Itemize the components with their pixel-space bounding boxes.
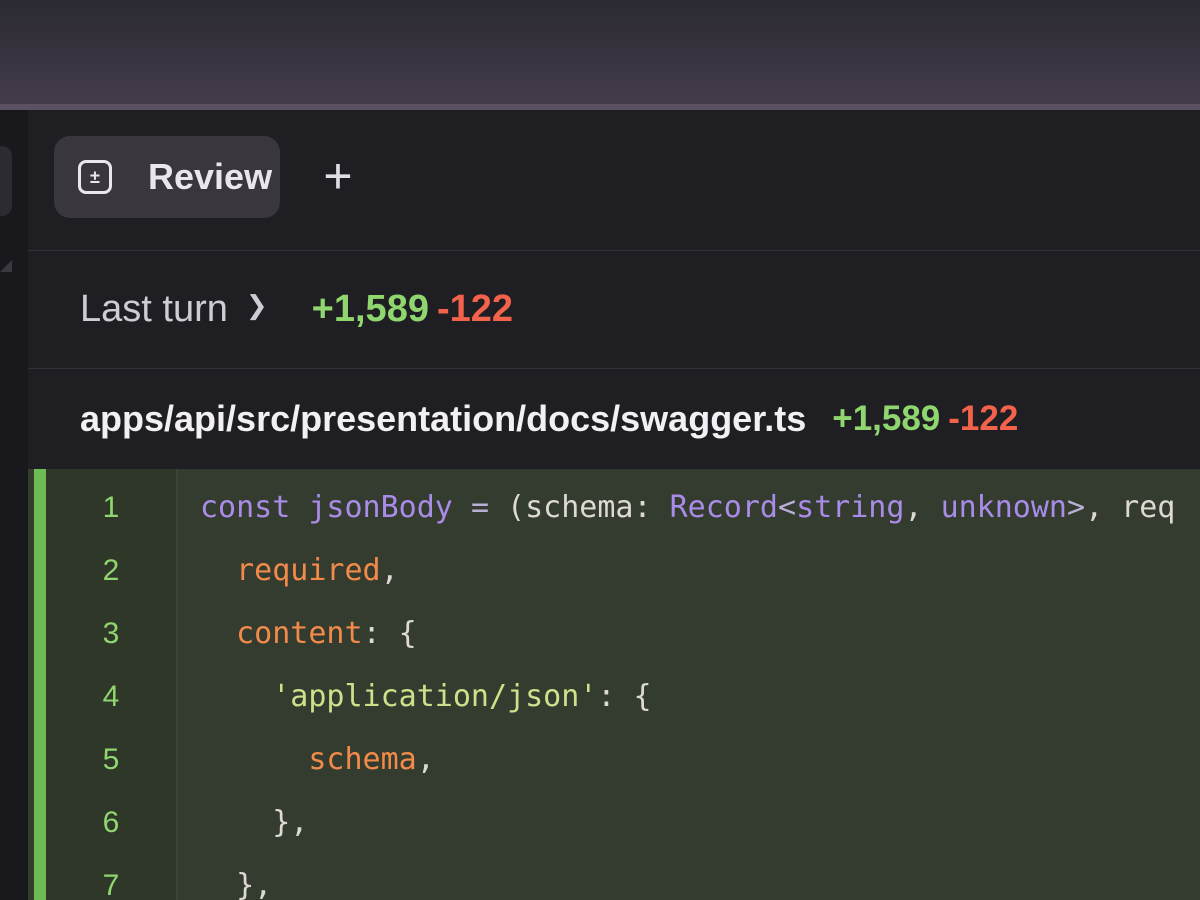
- add-tab-button[interactable]: +: [316, 148, 360, 208]
- code-line[interactable]: 7 },: [28, 855, 1200, 900]
- code-text: },: [200, 792, 308, 854]
- code-token: ,: [416, 742, 435, 777]
- line-number: 5: [102, 743, 120, 776]
- code-line[interactable]: 3 content: {: [28, 603, 1200, 665]
- line-number: 1: [102, 491, 120, 524]
- file-deletions-count: -122: [948, 399, 1019, 438]
- code-text: content: {: [200, 603, 417, 665]
- code-token: >: [1067, 490, 1086, 525]
- code-token: : {: [597, 679, 652, 714]
- code-line[interactable]: 4 'application/json': {: [28, 666, 1200, 728]
- code-text: },: [200, 855, 272, 900]
- code-text: const jsonBody = (schema: Record<string,…: [200, 477, 1175, 539]
- turn-selector-bar: Last turn ❯ +1,589 -122: [28, 251, 1200, 369]
- code-token: string: [796, 490, 905, 525]
- file-additions-count: +1,589: [832, 399, 941, 438]
- code-token: required: [236, 553, 381, 588]
- file-header: apps/api/src/presentation/docs/swagger.t…: [28, 369, 1200, 469]
- sidebar-collapse-handle[interactable]: [0, 146, 12, 216]
- code-token: <: [778, 490, 797, 525]
- code-token: schema: [308, 742, 417, 777]
- tab-label: Review: [148, 156, 273, 197]
- code-text: 'application/json': {: [200, 666, 652, 728]
- code-line[interactable]: 1 const jsonBody = (schema: Record<string…: [28, 477, 1200, 539]
- tab-bar: ± Review +: [28, 110, 1200, 251]
- code-line[interactable]: 6 },: [28, 792, 1200, 854]
- code-text: schema,: [200, 729, 435, 791]
- code-token: jsonBody: [308, 490, 453, 525]
- code-token: unknown: [940, 490, 1067, 525]
- sidebar-arrow-icon: [0, 260, 12, 272]
- turn-dropdown[interactable]: Last turn: [80, 288, 228, 331]
- code-token: =: [470, 490, 489, 525]
- app-window: ± Review + Last turn ❯ +1,589 -122 apps/…: [0, 110, 1200, 900]
- code-token: (schema:: [489, 490, 670, 525]
- code-token: },: [200, 868, 273, 900]
- line-number: 7: [102, 869, 120, 900]
- code-token: Record: [669, 490, 778, 525]
- code-token: , req: [1085, 490, 1176, 525]
- tab-review[interactable]: ± Review: [54, 136, 280, 218]
- code-token: : {: [362, 616, 417, 651]
- code-line[interactable]: 5 schema,: [28, 729, 1200, 791]
- left-sidebar-rail: [0, 110, 29, 900]
- code-text: required,: [200, 540, 399, 602]
- code-token: const: [200, 490, 291, 525]
- file-path[interactable]: apps/api/src/presentation/docs/swagger.t…: [80, 398, 806, 440]
- diff-view[interactable]: 1 const jsonBody = (schema: Record<string…: [28, 469, 1200, 900]
- code-token: ,: [380, 553, 399, 588]
- code-token: 'application/json': [272, 679, 598, 714]
- turn-additions-count: +1,589: [311, 288, 429, 330]
- code-line[interactable]: 2 required,: [28, 540, 1200, 602]
- line-number: 6: [102, 806, 120, 839]
- line-number: 2: [102, 554, 120, 587]
- code-token: ,: [904, 490, 941, 525]
- code-token: },: [200, 805, 309, 840]
- chevron-down-icon[interactable]: ❯: [246, 290, 268, 321]
- line-number: 4: [102, 680, 120, 713]
- plus-minus-icon: ±: [78, 160, 112, 194]
- monitor-bezel: [0, 0, 1200, 108]
- code-token: content: [236, 616, 363, 651]
- line-number: 3: [102, 617, 120, 650]
- turn-deletions-count: -122: [436, 288, 514, 330]
